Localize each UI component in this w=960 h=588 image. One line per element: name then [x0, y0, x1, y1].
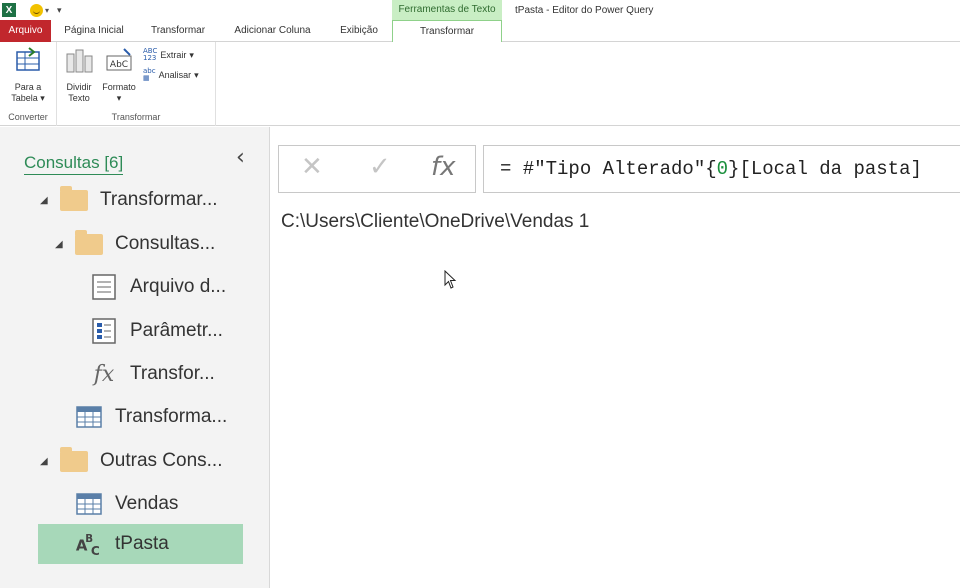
queries-pane: Consultas [6] ‹ ◢ Transformar... ◢ Consu… — [0, 127, 270, 588]
group-label-convert: Converter — [8, 112, 48, 122]
customize-toolbar-icon[interactable]: ▾ — [57, 5, 62, 16]
expand-triangle-icon[interactable]: ◢ — [55, 239, 67, 250]
tree-folder-transformar[interactable]: ◢ Transformar... — [40, 180, 218, 220]
chevron-down-icon: ▾ — [194, 69, 199, 80]
formula-input[interactable]: = #"Tipo Alterado"{0}[Local da pasta] — [483, 145, 960, 193]
folder-icon — [60, 185, 88, 211]
tree-item-label: Outras Cons... — [100, 450, 223, 471]
check-icon[interactable]: ✓ — [369, 152, 391, 182]
query-result-value: C:\Users\Cliente\OneDrive\Vendas 1 — [281, 211, 590, 232]
function-icon: fx — [93, 361, 115, 387]
parameter-icon — [90, 318, 118, 344]
formula-prefix: = #"Tipo Alterado"{ — [500, 158, 717, 180]
quick-access-toolbar: X ▾ ▾ — [0, 0, 62, 20]
cancel-icon[interactable]: ✕ — [301, 152, 323, 182]
table-convert-icon — [4, 46, 52, 79]
tree-item-label: Arquivo d... — [130, 276, 227, 297]
format-button[interactable]: AbC Formato ▾ — [99, 46, 139, 104]
tab-home[interactable]: Página Inicial — [51, 20, 137, 42]
excel-icon[interactable]: X — [2, 3, 16, 17]
chevron-down-icon: ▾ — [40, 93, 45, 103]
tree-item-tpasta[interactable]: ABC tPasta — [38, 524, 243, 564]
ribbon: Para a Tabela ▾ Converter Dividir Texto … — [0, 42, 960, 126]
formula-index: 0 — [716, 158, 729, 180]
abc-123-icon: ABC 123 — [143, 47, 158, 62]
tree-item-arquivo[interactable]: Arquivo d... — [90, 267, 226, 307]
format-label: Formato — [102, 82, 136, 92]
tab-add-column[interactable]: Adicionar Coluna — [219, 20, 326, 42]
parse-label: Analisar — [158, 70, 192, 80]
svg-text:AbC: AbC — [110, 60, 128, 70]
tree-folder-outras[interactable]: ◢ Outras Cons... — [40, 441, 223, 481]
tree-item-function[interactable]: fx Transfor... — [90, 354, 215, 394]
folder-icon — [75, 229, 103, 255]
tree-item-parametro[interactable]: Parâmetr... — [90, 311, 223, 351]
to-table-label-2: Tabela — [11, 93, 38, 103]
split-text-label-2: Texto — [68, 93, 90, 103]
tree-folder-consultas[interactable]: ◢ Consultas... — [55, 224, 215, 264]
formula-suffix: }[Local da pasta] — [728, 158, 922, 180]
chevron-down-icon[interactable]: ▾ — [45, 6, 49, 15]
window-title: tPasta - Editor do Power Query — [515, 5, 654, 16]
split-text-label-1: Dividir — [66, 82, 92, 92]
expand-triangle-icon[interactable]: ◢ — [40, 195, 52, 206]
parse-button[interactable]: abc ▦ Analisar ▾ — [143, 68, 199, 82]
queries-header: Consultas [6] — [24, 152, 124, 175]
split-text-button[interactable]: Dividir Texto — [61, 46, 97, 104]
table-icon — [75, 491, 103, 517]
ribbon-group-transform: Dividir Texto AbC Formato ▾ ABC 123 Extra… — [57, 42, 216, 126]
fx-icon[interactable]: fx — [431, 152, 456, 182]
expand-triangle-icon[interactable]: ◢ — [40, 456, 52, 467]
tab-file[interactable]: Arquivo — [0, 20, 51, 42]
tree-item-label: Transfor... — [130, 363, 215, 384]
group-label-transform: Transformar — [111, 112, 161, 122]
tree-item-label: Parâmetr... — [130, 320, 223, 341]
split-column-icon — [61, 46, 97, 79]
parse-icon: abc ▦ — [143, 67, 156, 82]
mouse-pointer-icon — [444, 269, 458, 295]
tree-item-transforma-table[interactable]: Transforma... — [75, 397, 227, 437]
tree-item-label: Transformar... — [100, 189, 218, 210]
to-table-button[interactable]: Para a Tabela ▾ — [4, 46, 52, 104]
tree-item-label: Transforma... — [115, 406, 228, 427]
text-file-icon — [90, 274, 118, 300]
table-icon — [75, 404, 103, 430]
tree-item-label: tPasta — [115, 533, 169, 554]
feedback-smiley-icon[interactable] — [30, 3, 43, 17]
chevron-down-icon: ▾ — [116, 93, 122, 103]
tab-text-transform[interactable]: Transformar — [392, 20, 502, 43]
svg-text:C: C — [91, 544, 100, 558]
ribbon-tabs: Arquivo Página Inicial Transformar Adici… — [0, 20, 960, 43]
formula-buttons: ✕ ✓ fx — [278, 145, 476, 193]
tab-view[interactable]: Exibição — [326, 20, 392, 42]
extract-button[interactable]: ABC 123 Extrair ▾ — [143, 48, 194, 62]
extract-label: Extrair — [160, 50, 187, 60]
tab-transform[interactable]: Transformar — [137, 20, 219, 42]
ribbon-group-convert: Para a Tabela ▾ Converter — [0, 42, 57, 126]
title-bar: X ▾ ▾ Ferramentas de Texto tPasta - Edit… — [0, 0, 960, 43]
to-table-label-1: Para a — [14, 82, 42, 92]
collapse-pane-icon[interactable]: ‹ — [236, 145, 245, 170]
tree-item-label: Consultas... — [115, 233, 216, 254]
tree-item-label: Vendas — [115, 493, 179, 514]
tree-item-vendas[interactable]: Vendas — [75, 484, 178, 524]
chevron-down-icon: ▾ — [189, 49, 194, 60]
context-tab-group-label: Ferramentas de Texto — [392, 0, 502, 20]
folder-icon — [60, 446, 88, 472]
text-format-icon: AbC — [99, 46, 139, 79]
abc-text-type-icon: ABC — [75, 531, 103, 558]
